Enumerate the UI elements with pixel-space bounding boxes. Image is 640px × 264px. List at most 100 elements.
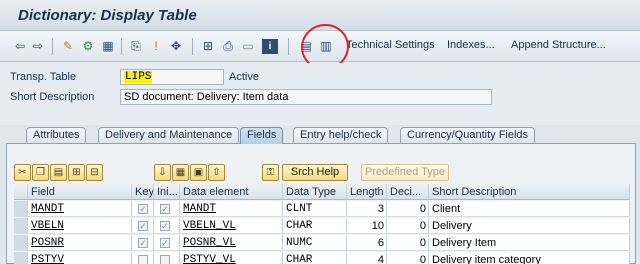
indexes-button[interactable]: Indexes... (447, 39, 495, 51)
hierarchy-icon[interactable]: ⊞ (200, 39, 216, 54)
tab-label: Attributes (33, 129, 80, 141)
column-header-data-element[interactable]: Data element (180, 184, 283, 200)
decimals[interactable]: 0 (387, 252, 429, 264)
initial-checkbox[interactable]: ✓ (154, 201, 180, 217)
find-next-icon[interactable]: ⇧ (208, 164, 225, 181)
column-header-length[interactable]: Length (347, 184, 387, 200)
delete-row-icon[interactable]: ⊟ (86, 164, 103, 181)
short-description[interactable]: Delivery Item (429, 235, 630, 251)
graphic-icon[interactable]: ▤ (298, 39, 314, 54)
predefined-type-button: Predefined Type (361, 164, 449, 181)
data-type[interactable]: CLNT (283, 201, 347, 217)
short-description[interactable]: Delivery item category (429, 252, 630, 264)
length[interactable]: 10 (347, 218, 387, 234)
data-element[interactable]: VBELN_VL (180, 218, 283, 234)
back-arrow-icon[interactable]: ⇦ (12, 39, 28, 54)
sort-icon[interactable]: ⇩ (154, 164, 171, 181)
key-icon[interactable]: ⚿ (262, 164, 279, 181)
where-used-icon[interactable]: ! (148, 39, 164, 54)
key-checkbox[interactable] (132, 252, 154, 264)
data-element[interactable]: POSNR_VL (180, 235, 283, 251)
toolbar-separator (192, 38, 193, 55)
data-element[interactable]: PSTYV_VL (180, 252, 283, 264)
length[interactable]: 6 (347, 235, 387, 251)
table-row[interactable]: VBELN ✓ ✓ VBELN_VL CHAR 10 0 Delivery (14, 218, 630, 234)
paste-icon[interactable]: ▤ (50, 164, 67, 181)
row-selector[interactable] (14, 235, 28, 251)
table-row[interactable]: POSNR ✓ ✓ POSNR_VL NUMC 6 0 Delivery Ite… (14, 235, 630, 251)
key-checkbox[interactable]: ✓ (132, 201, 154, 217)
toolbar-separator (121, 38, 122, 55)
navigate-icon[interactable]: ✥ (168, 39, 184, 54)
data-type[interactable]: CHAR (283, 252, 347, 264)
tab-delivery-maintenance[interactable]: Delivery and Maintenance (98, 127, 240, 144)
table-row[interactable]: MANDT ✓ ✓ MANDT CLNT 3 0 Client (14, 201, 630, 217)
row-selector[interactable] (14, 252, 28, 264)
technical-settings-button[interactable]: Technical Settings (346, 39, 435, 51)
tab-entry-help-check[interactable]: Entry help/check (293, 127, 389, 144)
key-check: ✓ (138, 204, 148, 214)
tab-currency-quantity-fields[interactable]: Currency/Quantity Fields (400, 127, 536, 144)
print-icon[interactable]: ⎙ (220, 39, 236, 54)
insert-row-icon[interactable]: ⊞ (68, 164, 85, 181)
display-change-icon[interactable]: ⚙ (80, 39, 96, 54)
append-structure-button[interactable]: Append Structure... (511, 39, 606, 51)
decimals[interactable]: 0 (387, 235, 429, 251)
row-selector[interactable] (14, 201, 28, 217)
check-icon[interactable]: ▦ (100, 39, 116, 54)
toolbar-separator (52, 38, 53, 55)
initial-checkbox[interactable]: ✓ (154, 218, 180, 234)
short-description-field[interactable]: SD document: Delivery: Item data (120, 89, 492, 105)
data-element[interactable]: MANDT (180, 201, 283, 217)
cut-icon[interactable]: ✂ (14, 164, 31, 181)
column-header-short-description[interactable]: Short Description (429, 184, 630, 200)
column-header-decimals[interactable]: Deci... (387, 184, 429, 200)
length[interactable]: 4 (347, 252, 387, 264)
short-description[interactable]: Client (429, 201, 630, 217)
info-icon[interactable]: i (262, 39, 278, 54)
other-object-icon[interactable]: ✎ (60, 39, 76, 54)
row-selector-header[interactable] (14, 184, 28, 200)
tab-attributes[interactable]: Attributes (26, 127, 87, 144)
tab-label: Entry help/check (300, 129, 382, 141)
find-icon[interactable]: ▣ (190, 164, 207, 181)
tab-fields[interactable]: Fields (240, 127, 284, 144)
field-name[interactable]: VBELN (28, 218, 132, 234)
column-header-key[interactable]: Key (132, 184, 154, 200)
key-checkbox[interactable]: ✓ (132, 218, 154, 234)
toolbar-separator (288, 38, 289, 55)
filter-icon[interactable]: ▦ (172, 164, 189, 181)
forward-arrow-icon[interactable]: ⇨ (30, 39, 46, 54)
initial-check: ✓ (160, 221, 170, 231)
short-description[interactable]: Delivery (429, 218, 630, 234)
activate-icon[interactable]: ⎘ (128, 39, 144, 54)
decimals[interactable]: 0 (387, 218, 429, 234)
tab-label: Currency/Quantity Fields (407, 129, 529, 141)
key-check (138, 255, 148, 264)
key-checkbox[interactable]: ✓ (132, 235, 154, 251)
initial-checkbox[interactable]: ✓ (154, 235, 180, 251)
table-row[interactable]: PSTYV PSTYV_VL CHAR 4 0 Delivery item ca… (14, 252, 630, 264)
column-header-data-type[interactable]: Data Type (283, 184, 347, 200)
length[interactable]: 3 (347, 201, 387, 217)
field-name[interactable]: PSTYV (28, 252, 132, 264)
copy-icon[interactable]: ❐ (32, 164, 49, 181)
decimals[interactable]: 0 (387, 201, 429, 217)
initial-check: ✓ (160, 204, 170, 214)
column-header-initial[interactable]: Ini... (154, 184, 180, 200)
initial-checkbox[interactable] (154, 252, 180, 264)
srch-help-button[interactable]: Srch Help (282, 164, 348, 181)
column-header-field[interactable]: Field (28, 184, 132, 200)
transp-table-field[interactable]: LIPS (120, 69, 224, 85)
data-type[interactable]: NUMC (283, 235, 347, 251)
contents-icon[interactable]: ▥ (318, 39, 334, 54)
key-check: ✓ (138, 238, 148, 248)
data-type[interactable]: CHAR (283, 218, 347, 234)
field-name[interactable]: MANDT (28, 201, 132, 217)
status-text: Active (229, 71, 259, 83)
row-selector[interactable] (14, 218, 28, 234)
field-name[interactable]: POSNR (28, 235, 132, 251)
display-object-list-icon[interactable]: ▭ (240, 39, 256, 54)
window-title: Dictionary: Display Table (18, 7, 197, 24)
transp-table-value: LIPS (124, 71, 153, 83)
